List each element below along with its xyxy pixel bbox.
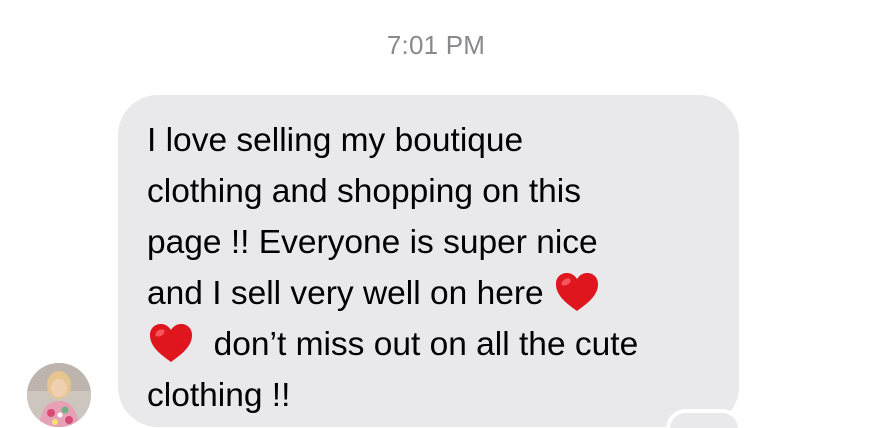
message-text-line: page !! Everyone is super nice bbox=[147, 224, 598, 261]
message-thread: 7:01 PM I love selling my boutique cloth… bbox=[0, 0, 872, 428]
sender-avatar[interactable] bbox=[27, 363, 91, 427]
message-text-segment: and I sell very well on here bbox=[147, 275, 544, 312]
message-text-line: and I sell very well on here bbox=[147, 268, 711, 319]
heart-emoji-icon bbox=[147, 321, 195, 365]
message-text-segment: don’t miss out on all the cute bbox=[213, 326, 639, 363]
message-text-line: clothing and shopping on this bbox=[147, 173, 581, 210]
tapback-reaction-badge[interactable] bbox=[666, 409, 742, 428]
message-text-line: clothing !! bbox=[147, 377, 291, 414]
message-text-line: don’t miss out on all the cute bbox=[147, 319, 711, 370]
message-text-line: I love selling my boutique bbox=[147, 122, 524, 159]
incoming-message-bubble[interactable]: I love selling my boutique clothing and … bbox=[118, 95, 739, 427]
heart-emoji-icon bbox=[553, 270, 601, 314]
message-timestamp: 7:01 PM bbox=[386, 30, 486, 60]
